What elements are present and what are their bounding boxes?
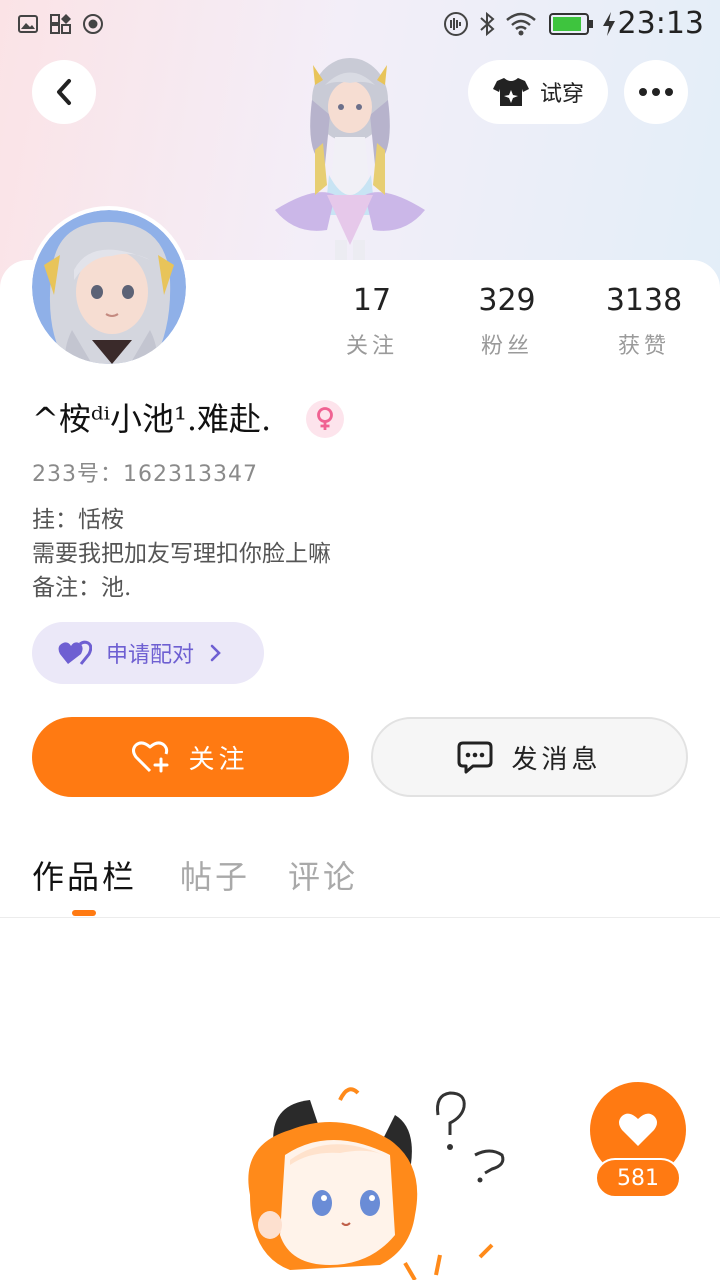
female-icon — [317, 407, 333, 430]
bio-line: 挂：恬桉 — [32, 507, 124, 533]
gender-badge — [306, 400, 344, 438]
bluetooth-icon — [476, 11, 498, 37]
tab-works[interactable]: 作品栏 — [32, 852, 137, 898]
avatar[interactable] — [32, 210, 186, 364]
double-heart-icon — [58, 640, 92, 665]
more-button[interactable] — [624, 60, 688, 124]
shirt-icon — [492, 78, 529, 106]
follow-label: 关注 — [188, 744, 249, 775]
stat-label: 关注 — [345, 334, 398, 359]
stat-label: 粉丝 — [480, 334, 533, 359]
nfc-icon — [443, 12, 469, 36]
stat-label: 获赞 — [617, 334, 670, 359]
stat-value: 3138 — [605, 283, 683, 318]
stat-likes[interactable]: 3138 获赞 — [584, 283, 704, 360]
message-button[interactable]: 发消息 — [371, 717, 688, 797]
bio-line: 备注：池. — [32, 575, 132, 601]
tab-comments[interactable]: 评论 — [288, 852, 358, 898]
bio-line: 需要我把加友写理扣你脸上嘛 — [32, 541, 331, 567]
stat-value: 329 — [478, 283, 536, 318]
avatar-3d-figure[interactable] — [255, 45, 445, 260]
clock: 23:13 — [617, 6, 704, 41]
wifi-icon — [505, 12, 537, 36]
chevron-left-icon — [57, 79, 71, 105]
chevron-right-icon — [210, 644, 221, 662]
stat-value: 17 — [352, 283, 392, 318]
like-count: 581 — [595, 1158, 681, 1198]
status-bar: 23:13 — [0, 0, 720, 48]
bio: 挂：恬桉 需要我把加友写理扣你脸上嘛 备注：池. — [32, 503, 331, 605]
username: ^桉ᵈⁱ小池¹.难赴. — [32, 400, 272, 438]
heart-plus-icon — [132, 741, 169, 773]
gallery-notification-icon — [18, 12, 38, 36]
more-dots-icon — [639, 88, 673, 96]
message-label: 发消息 — [511, 744, 602, 775]
charging-icon — [601, 12, 617, 36]
stat-followers[interactable]: 329 粉丝 — [447, 283, 567, 360]
avatar-image — [32, 210, 186, 364]
follow-button[interactable]: 关注 — [32, 717, 349, 797]
tab-indicator — [72, 910, 96, 916]
empty-state-mascot — [248, 1087, 505, 1280]
user-id: 233号：162313347 — [32, 462, 258, 487]
record-notification-icon — [82, 12, 104, 36]
tab-divider — [0, 917, 720, 918]
heart-icon — [619, 1113, 657, 1146]
tab-posts[interactable]: 帖子 — [180, 852, 250, 898]
pair-label: 申请配对 — [106, 643, 195, 668]
stat-following[interactable]: 17 关注 — [312, 283, 432, 360]
pair-request-button[interactable]: 申请配对 — [32, 622, 264, 684]
try-on-label: 试穿 — [539, 82, 584, 107]
apps-notification-icon — [50, 12, 72, 36]
try-on-button[interactable]: 试穿 — [468, 60, 608, 124]
back-button[interactable] — [32, 60, 96, 124]
chat-bubble-icon — [457, 741, 493, 774]
battery-icon — [549, 12, 595, 36]
